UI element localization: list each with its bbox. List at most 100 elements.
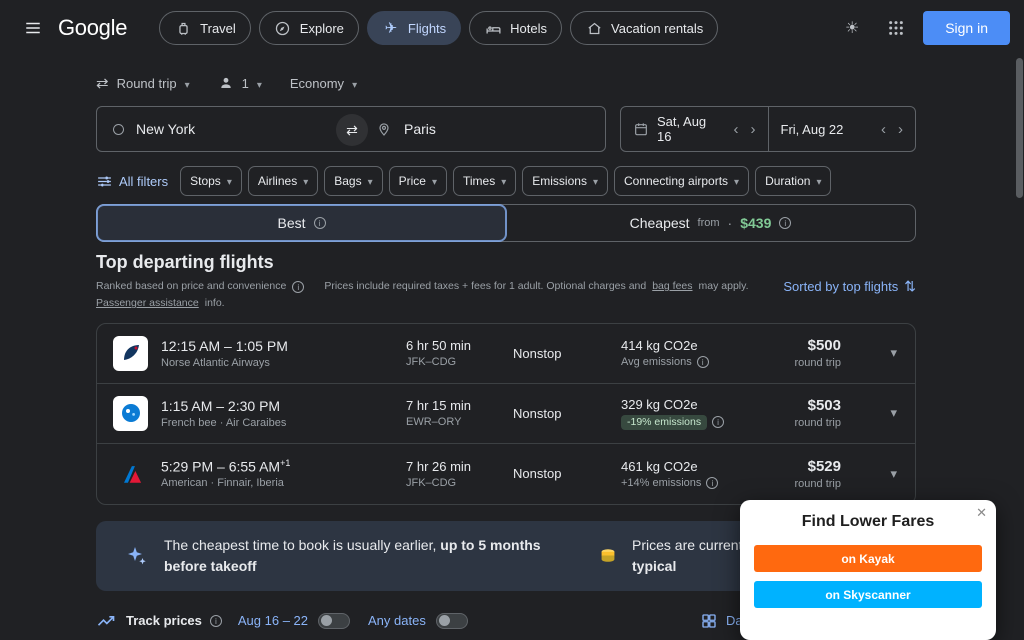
passenger-assistance-link[interactable]: Passenger assistance xyxy=(96,295,199,312)
expand-flight-icon[interactable] xyxy=(890,466,897,482)
chip-label: Times xyxy=(463,174,495,188)
filter-chip-times[interactable]: Times xyxy=(453,166,516,196)
nav-travel[interactable]: Travel xyxy=(159,11,251,45)
flights-icon xyxy=(382,19,400,37)
cabin-class-select[interactable]: Economy xyxy=(290,76,357,91)
google-logo[interactable]: Google xyxy=(58,15,127,41)
chevron-down-icon xyxy=(185,76,190,91)
chevron-down-icon xyxy=(227,174,232,188)
info-icon[interactable] xyxy=(314,217,326,229)
kayak-button[interactable]: on Kayak xyxy=(754,545,982,572)
info-icon[interactable] xyxy=(210,615,222,627)
person-icon xyxy=(218,75,234,91)
flight-route: JFK–CDG xyxy=(406,477,513,489)
chip-label: Stops xyxy=(190,174,221,188)
passengers-select[interactable]: 1 xyxy=(218,75,262,91)
flight-airline: French bee · Air Caraibes xyxy=(161,417,406,429)
flight-duration: 6 hr 50 min xyxy=(406,338,513,353)
flight-row[interactable]: 5:29 PM – 6:55 AM+1 American · Finnair, … xyxy=(97,444,915,504)
bag-fees-link[interactable]: bag fees xyxy=(652,278,692,295)
origin-circle-icon xyxy=(113,124,124,135)
flight-co2: 414 kg CO2e xyxy=(621,338,761,353)
sorted-by-label: Sorted by top flights xyxy=(783,279,898,294)
location-pin-icon xyxy=(376,121,392,137)
flight-co2: 329 kg CO2e xyxy=(621,397,761,412)
tune-icon xyxy=(96,173,113,190)
trend-text: Prices are currently xyxy=(632,537,753,553)
tab-cheapest[interactable]: Cheapest from $439 xyxy=(506,205,915,241)
flight-price: $529 xyxy=(761,458,841,475)
destination-field[interactable]: Paris xyxy=(342,107,605,151)
info-icon[interactable] xyxy=(697,356,709,368)
fare-type: round trip xyxy=(761,357,841,369)
nav-vacation-rentals[interactable]: Vacation rentals xyxy=(570,11,718,45)
fees-note: Prices include required taxes + fees for… xyxy=(324,278,646,295)
results-meta: Ranked based on price and convenience Pr… xyxy=(96,278,916,313)
return-date-field[interactable]: Fri, Aug 22 xyxy=(769,107,916,151)
previous-day-icon[interactable] xyxy=(875,121,892,138)
swap-origin-destination-button[interactable] xyxy=(336,114,368,146)
cabin-class-value: Economy xyxy=(290,76,344,91)
origin-field[interactable]: New York xyxy=(97,107,342,151)
chip-label: Connecting airports xyxy=(624,174,728,188)
flight-results-list: 12:15 AM – 1:05 PM Norse Atlantic Airway… xyxy=(96,323,916,505)
search-row: New York Paris Sat, Aug 16 xyxy=(96,106,916,152)
emissions-badge: -19% emissions xyxy=(621,415,707,430)
filter-chip-connecting-airports[interactable]: Connecting airports xyxy=(614,166,749,196)
filters-row: All filters Stops Airlines Bags Price Ti… xyxy=(96,166,916,196)
nav-flights[interactable]: Flights xyxy=(367,11,461,45)
round-trip-icon xyxy=(96,74,109,92)
info-icon[interactable] xyxy=(712,416,724,428)
filter-chip-duration[interactable]: Duration xyxy=(755,166,831,196)
apps-grid-icon[interactable] xyxy=(879,11,913,45)
info-icon[interactable] xyxy=(292,281,304,293)
all-filters-button[interactable]: All filters xyxy=(96,173,174,190)
flight-row[interactable]: 12:15 AM – 1:05 PM Norse Atlantic Airway… xyxy=(97,324,915,384)
next-day-icon[interactable] xyxy=(745,121,762,138)
departure-date-field[interactable]: Sat, Aug 16 xyxy=(621,107,768,151)
flight-price: $503 xyxy=(761,397,841,414)
nav-hotels-label: Hotels xyxy=(510,21,547,36)
emissions-note: Avg emissions xyxy=(621,356,692,368)
flight-stops: Nonstop xyxy=(513,346,621,361)
flight-duration: 7 hr 26 min xyxy=(406,459,513,474)
filter-chip-emissions[interactable]: Emissions xyxy=(522,166,608,196)
flight-airline: Norse Atlantic Airways xyxy=(161,357,406,369)
destination-value: Paris xyxy=(404,121,436,137)
flight-duration: 7 hr 15 min xyxy=(406,398,513,413)
filter-chip-price[interactable]: Price xyxy=(389,166,447,196)
french-bee-logo xyxy=(113,396,148,431)
tab-cheapest-label: Cheapest xyxy=(630,215,690,231)
expand-flight-icon[interactable] xyxy=(890,405,897,421)
origin-value: New York xyxy=(136,121,195,137)
trip-type-select[interactable]: Round trip xyxy=(96,74,190,92)
track-range-toggle[interactable] xyxy=(318,613,350,629)
flight-times-cell: 5:29 PM – 6:55 AM+1 American · Finnair, … xyxy=(161,458,406,490)
skyscanner-button[interactable]: on Skyscanner xyxy=(754,581,982,608)
nav-hotels[interactable]: Hotels xyxy=(469,11,562,45)
theme-toggle-icon[interactable] xyxy=(835,11,869,45)
hamburger-icon xyxy=(24,19,42,37)
previous-day-icon[interactable] xyxy=(728,121,745,138)
info-icon[interactable] xyxy=(706,477,718,489)
next-day-icon[interactable] xyxy=(892,121,909,138)
filter-chip-bags[interactable]: Bags xyxy=(324,166,382,196)
sort-button[interactable]: Sorted by top flights xyxy=(783,278,916,295)
return-date-value: Fri, Aug 22 xyxy=(781,122,844,137)
tab-best[interactable]: Best xyxy=(96,204,507,242)
flight-airline: American · Finnair, Iberia xyxy=(161,477,406,489)
scrollbar[interactable] xyxy=(1016,58,1023,198)
info-icon[interactable] xyxy=(779,217,791,229)
filter-chip-airlines[interactable]: Airlines xyxy=(248,166,318,196)
nav-explore[interactable]: Explore xyxy=(259,11,359,45)
flight-row[interactable]: 1:15 AM – 2:30 PM French bee · Air Carai… xyxy=(97,384,915,444)
chevron-down-icon xyxy=(303,174,308,188)
expand-flight-icon[interactable] xyxy=(890,345,897,361)
chevron-down-icon xyxy=(257,76,262,91)
flight-times-cell: 12:15 AM – 1:05 PM Norse Atlantic Airway… xyxy=(161,338,406,369)
any-dates-toggle[interactable] xyxy=(436,613,468,629)
menu-button[interactable] xyxy=(14,9,52,47)
filter-chip-stops[interactable]: Stops xyxy=(180,166,242,196)
sign-in-button[interactable]: Sign in xyxy=(923,11,1010,45)
close-icon[interactable] xyxy=(976,505,987,521)
